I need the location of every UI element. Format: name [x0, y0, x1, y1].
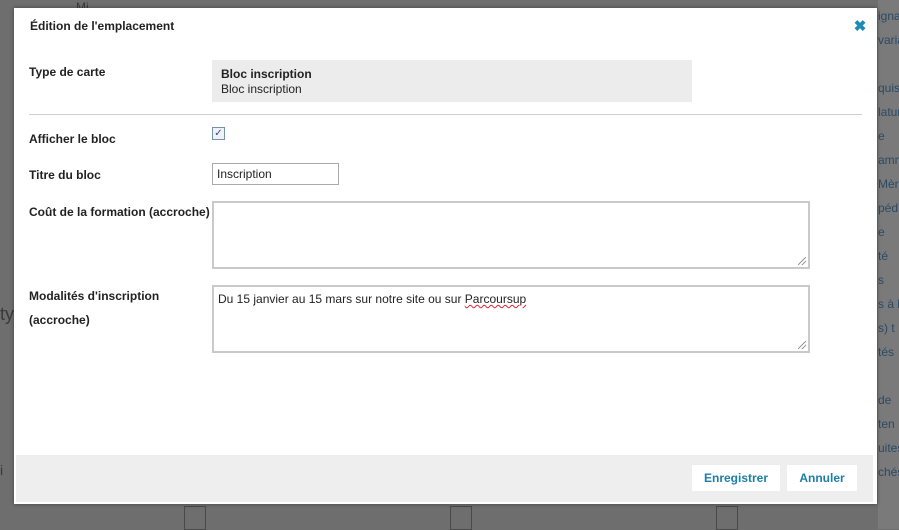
background-link: s à l [878, 297, 899, 311]
background-text: i [0, 462, 4, 478]
background-link: s [878, 273, 884, 287]
block-title-label: Titre du bloc [29, 168, 101, 182]
background-link: tés [878, 345, 895, 359]
background-link: ignag [878, 9, 899, 23]
background-link: latur [878, 105, 899, 119]
background-link: uites [878, 441, 899, 455]
edit-location-dialog: Édition de l'emplacement ✖ Type de carte… [14, 8, 877, 504]
close-icon[interactable]: ✖ [853, 19, 867, 34]
card-type-title: Bloc inscription [221, 67, 312, 81]
cancel-button[interactable]: Annuler [787, 465, 857, 491]
card-type-value: Bloc inscription Bloc inscription [212, 60, 692, 102]
divider [29, 114, 862, 115]
show-block-checkbox[interactable]: ✓ [212, 127, 225, 140]
registration-terms-textarea[interactable]: Du 15 janvier au 15 mars sur notre site … [212, 285, 810, 353]
background-link: quis [878, 81, 899, 95]
background-link: varia [878, 33, 899, 47]
resize-handle-icon[interactable] [798, 341, 806, 349]
background-link: de [878, 393, 892, 407]
background-link: té [878, 249, 889, 263]
background-link: Mère [878, 177, 899, 191]
save-button[interactable]: Enregistrer [692, 465, 780, 491]
dialog-footer: Enregistrer Annuler [16, 455, 873, 502]
card-type-subtitle: Bloc inscription [221, 82, 302, 96]
training-cost-textarea[interactable] [212, 201, 810, 269]
background-link: ten [878, 417, 895, 431]
card-type-label: Type de carte [29, 65, 106, 79]
training-cost-label: Coût de la formation (accroche) [29, 205, 210, 219]
show-block-label: Afficher le bloc [29, 132, 116, 146]
background-link: e [878, 129, 885, 143]
background-link: amm [878, 153, 899, 167]
registration-terms-label-line1: Modalités d'inscription [29, 289, 160, 303]
background-link: e [878, 225, 885, 239]
checkmark-icon: ✓ [214, 128, 223, 139]
dialog-title: Édition de l'emplacement [30, 19, 175, 33]
background-text: ty [0, 304, 15, 324]
misspelled-word: Parcoursup [464, 292, 527, 306]
resize-handle-icon[interactable] [798, 257, 806, 265]
background-link: s) t [878, 321, 895, 335]
registration-terms-label-line2: (accroche) [29, 313, 90, 327]
background-link: péd [878, 201, 899, 215]
block-title-input[interactable]: Inscription [212, 163, 339, 185]
registration-terms-value: Du 15 janvier au 15 mars sur notre site … [218, 292, 465, 306]
background-link: chés [878, 465, 899, 479]
background-sidebar: ignag varia quis latur e amm Mère péd e … [878, 0, 899, 529]
